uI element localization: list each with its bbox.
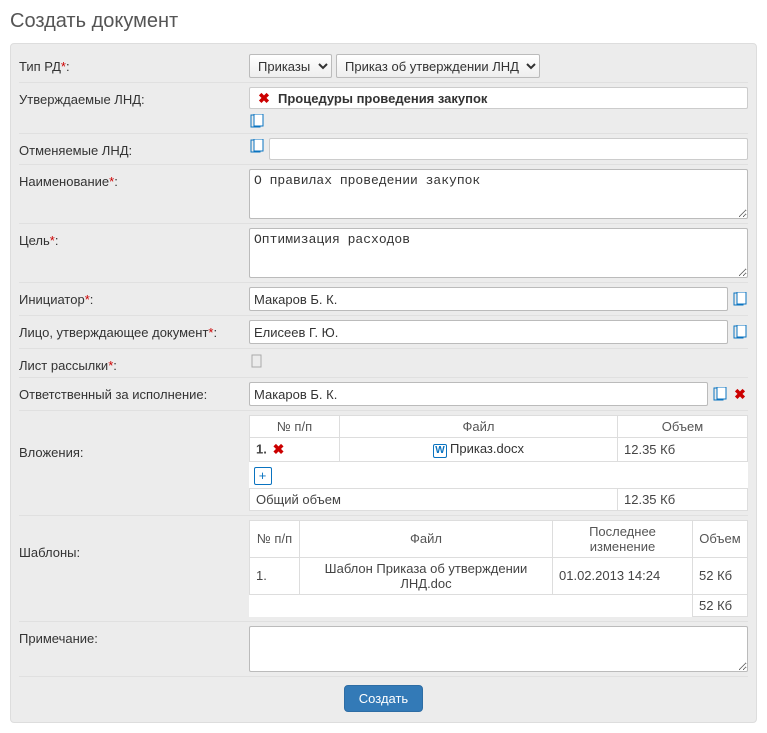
label-tip-rd: Тип РД*: [19, 54, 249, 74]
add-attachment-icon[interactable]: + [254, 467, 272, 485]
primechanie-textarea[interactable] [249, 626, 748, 672]
clear-responsible-icon[interactable]: ✖ [732, 386, 748, 402]
table-row-add: + [250, 461, 748, 488]
label-utv-lnd: Утверждаемые ЛНД: [19, 87, 249, 129]
add-utv-lnd-icon[interactable] [249, 113, 265, 129]
templates-table: № п/п Файл Последнее изменение Объем 1. … [249, 520, 748, 617]
naimen-textarea[interactable]: О правилах проведении закупок [249, 169, 748, 219]
tip-rd-select-1[interactable]: Приказы [249, 54, 332, 78]
utv-lnd-item: Процедуры проведения закупок [278, 91, 487, 106]
approver-input[interactable] [249, 320, 728, 344]
add-otm-lnd-icon[interactable] [249, 138, 265, 154]
table-header-row: № п/п Файл Объем [250, 416, 748, 438]
label-initiator: Инициатор*: [19, 287, 249, 307]
attachments-table: № п/п Файл Объем 1. ✖ WПриказ.docx 12.35… [249, 415, 748, 511]
pick-initiator-icon[interactable] [732, 291, 748, 307]
label-vlozh: Вложения: [19, 415, 249, 511]
remove-utv-lnd-icon[interactable]: ✖ [256, 90, 272, 106]
initiator-input[interactable] [249, 287, 728, 311]
tsel-textarea[interactable]: Оптимизация расходов [249, 228, 748, 278]
tip-rd-select-2[interactable]: Приказ об утверждении ЛНД [336, 54, 540, 78]
th-volume: Объем [693, 520, 748, 557]
th-file: Файл [300, 520, 553, 557]
label-shablony: Шаблоны: [19, 520, 249, 617]
th-file: Файл [340, 416, 618, 438]
th-volume: Объем [618, 416, 748, 438]
label-approver: Лицо, утверждающее документ*: [19, 320, 249, 340]
page-title: Создать документ [10, 10, 757, 33]
label-tsel: Цель*: [19, 228, 249, 248]
table-header-row: № п/п Файл Последнее изменение Объем [250, 520, 748, 557]
pick-responsible-icon[interactable] [712, 386, 728, 402]
attachment-file-link[interactable]: Приказ.docx [450, 441, 524, 456]
remove-attachment-icon[interactable]: ✖ [270, 441, 286, 457]
create-button[interactable]: Создать [344, 685, 423, 712]
word-file-icon: W [433, 444, 447, 458]
table-row: 1. ✖ WПриказ.docx 12.35 Кб [250, 438, 748, 462]
label-otm-lnd: Отменяемые ЛНД: [19, 138, 249, 158]
label-responsible: Ответственный за исполнение: [19, 382, 249, 402]
otm-lnd-box [269, 138, 748, 160]
table-row: 1. Шаблон Приказа об утверждении ЛНД.doc… [250, 557, 748, 594]
table-total-row: Общий объем 12.35 Кб [250, 488, 748, 510]
label-list-rass: Лист рассылки*: [19, 353, 249, 373]
th-npp: № п/п [250, 416, 340, 438]
responsible-input[interactable] [249, 382, 708, 406]
list-rass-icon[interactable] [249, 353, 265, 369]
label-primechanie: Примечание: [19, 626, 249, 646]
create-document-form: Тип РД*: Приказы Приказ об утверждении Л… [10, 43, 757, 723]
table-total-row: 52 Кб [250, 594, 748, 616]
th-modified: Последнее изменение [553, 520, 693, 557]
utv-lnd-box: ✖ Процедуры проведения закупок [249, 87, 748, 109]
pick-approver-icon[interactable] [732, 324, 748, 340]
label-naimen: Наименование*: [19, 169, 249, 189]
template-file-link[interactable]: Шаблон Приказа об утверждении ЛНД.doc [325, 561, 528, 591]
th-npp: № п/п [250, 520, 300, 557]
